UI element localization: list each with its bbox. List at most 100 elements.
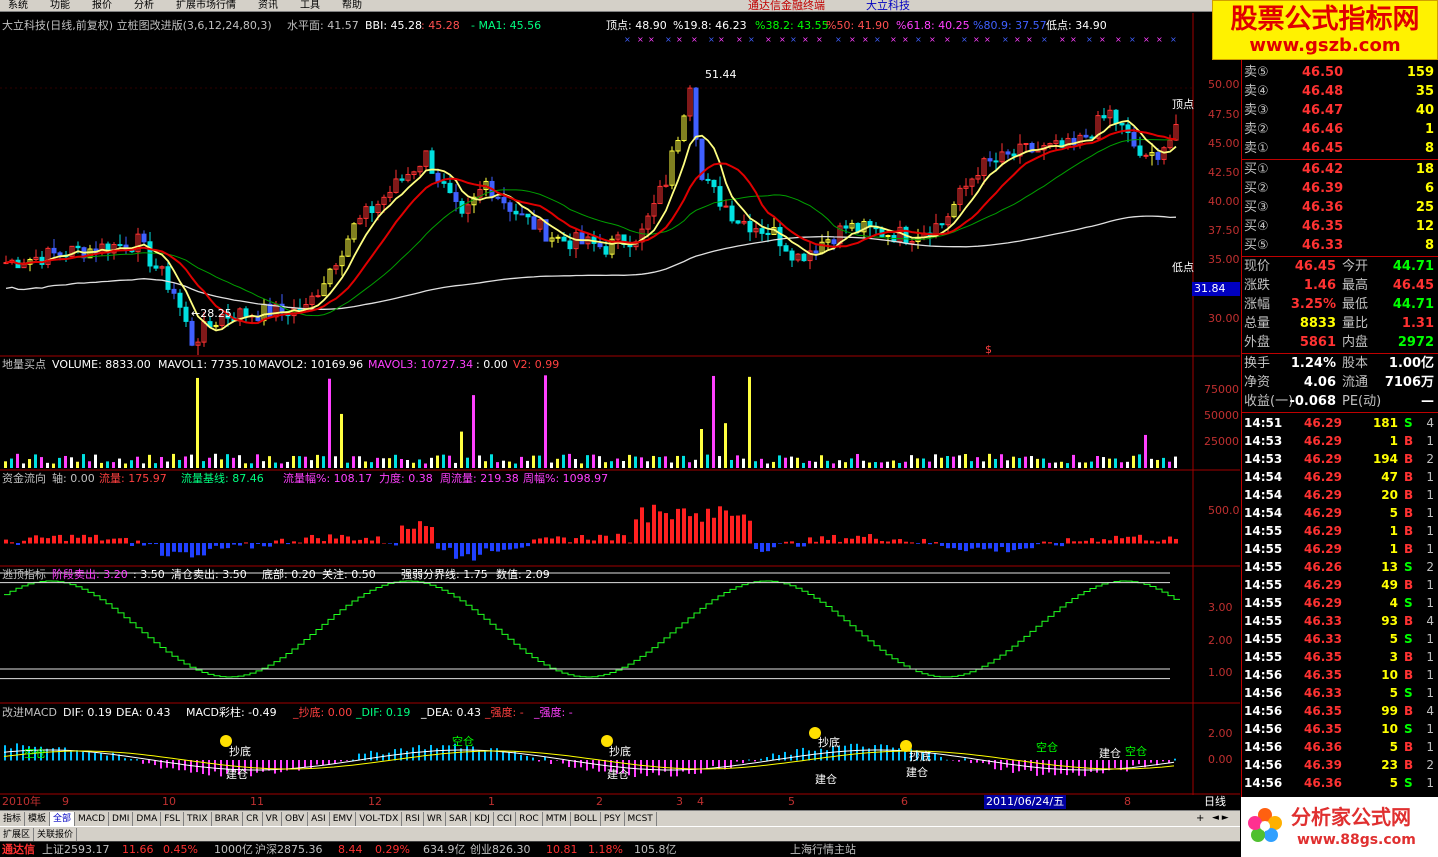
ask-row[interactable]: 卖① 46.45 8 (1242, 140, 1438, 158)
add-tab-button[interactable]: + (1196, 811, 1204, 826)
tab-obv[interactable]: OBV (282, 812, 309, 827)
menu-analysis[interactable]: 分析 (112, 0, 154, 12)
volume-bar (850, 458, 853, 468)
volume-bar (604, 462, 607, 468)
top-signal-mark: × (961, 35, 968, 44)
ask-row[interactable]: 卖③ 46.47 40 (1242, 102, 1438, 120)
fund-flow-bar (994, 543, 998, 552)
chart-area[interactable]: × × × × × × × × × × × × × × × × × × × × × × × × × × × × × × × × × × × × × × × ×… (0, 13, 1240, 795)
tab-all[interactable]: 全部 (50, 812, 76, 827)
candle-body (171, 288, 177, 294)
status-cy[interactable]: 创业826.30 (470, 843, 531, 857)
tab-kdj[interactable]: KDJ (471, 812, 494, 827)
tab-mtm[interactable]: MTM (543, 812, 571, 827)
status-server[interactable]: 上海行情主站 (790, 843, 856, 857)
menu-extended-market[interactable]: 扩展市场行情 (154, 0, 236, 12)
volume-bar (886, 461, 889, 468)
fund-flow-bar (88, 537, 92, 544)
tab-macd[interactable]: MACD (75, 812, 110, 827)
main-ma1: - MA1: 45.56 (471, 19, 542, 32)
tick-row: 14:55 46.35 3 B 1 (1242, 648, 1438, 666)
macd-bar (958, 760, 960, 762)
tab-roc[interactable]: ROC (516, 812, 543, 827)
macd-bar (1174, 758, 1176, 761)
candle-body (75, 245, 81, 249)
stat-row: 涨幅 3.25% 最低 44.71 (1242, 296, 1438, 314)
tab-scroll-arrows[interactable]: ◄ ► (1212, 811, 1229, 826)
stat-row: 总量 8833 量比 1.31 (1242, 315, 1438, 333)
candle-body (1011, 153, 1017, 157)
bid-row[interactable]: 买② 46.39 6 (1242, 180, 1438, 198)
volume-bar (1162, 457, 1165, 468)
menu-tools[interactable]: 工具 (278, 0, 320, 12)
status-sz[interactable]: 沪深2875.36 (255, 843, 323, 857)
ask-row[interactable]: 卖⑤ 46.50 159 (1242, 64, 1438, 82)
tick-volume: 99 (1381, 704, 1398, 718)
tab-mcst[interactable]: MCST (625, 812, 657, 827)
candle-body (987, 158, 993, 162)
bid-row[interactable]: 买⑤ 46.33 8 (1242, 237, 1438, 255)
macd-bar (820, 748, 822, 761)
xlabel: 10 (162, 795, 176, 808)
fund-flow-bar (436, 543, 440, 549)
top-signal-mark: × (637, 35, 644, 44)
fund-flow-bar (1024, 543, 1028, 549)
tab-boll[interactable]: BOLL (571, 812, 601, 827)
tab-trix[interactable]: TRIX (184, 812, 212, 827)
tab-moban[interactable]: 模板 (25, 812, 51, 827)
tab-dmi[interactable]: DMI (109, 812, 134, 827)
menu-function[interactable]: 功能 (28, 0, 70, 12)
period-label[interactable]: 日线 (1204, 795, 1226, 809)
ask-row[interactable]: 卖② 46.46 1 (1242, 121, 1438, 139)
tab-cci[interactable]: CCI (494, 812, 517, 827)
tick-direction: B (1404, 506, 1414, 520)
xlabel: 12 (368, 795, 382, 808)
macd-bar (94, 752, 96, 761)
ask-price: 46.48 (1302, 84, 1344, 99)
tick-time: 14:56 (1244, 776, 1283, 790)
tab-cr[interactable]: CR (243, 812, 263, 827)
menu-quote[interactable]: 报价 (70, 0, 112, 12)
status-sh[interactable]: 上证2593.17 (42, 843, 110, 857)
volume-bar (1090, 461, 1093, 468)
ask-volume: 8 (1424, 141, 1434, 156)
macd-bar (70, 750, 72, 761)
tab-brar[interactable]: BRAR (212, 812, 244, 827)
status-sh-chg: 11.66 (122, 843, 154, 856)
ask-row[interactable]: 卖④ 46.48 35 (1242, 83, 1438, 101)
tab-rsi[interactable]: RSI (402, 812, 424, 827)
macd-bar (742, 760, 744, 764)
bid-row[interactable]: 买④ 46.35 12 (1242, 218, 1438, 236)
tab-psy[interactable]: PSY (601, 812, 625, 827)
macd-bar (1048, 760, 1050, 773)
macd-bar (1132, 760, 1134, 766)
stat-label: 股本 (1342, 356, 1369, 371)
volume-bar (364, 461, 367, 468)
tab-sar[interactable]: SAR (446, 812, 472, 827)
candle-body (705, 178, 711, 181)
ytick-macd-1: 0.00 (1208, 753, 1233, 766)
volume-bar (148, 454, 151, 468)
tab-vol-tdx[interactable]: VOL-TDX (356, 812, 403, 827)
tab-zhibiao[interactable]: 指标 (0, 812, 26, 827)
ask-price: 46.46 (1302, 122, 1344, 137)
menu-system[interactable]: 系统 (0, 0, 28, 12)
menu-help[interactable]: 帮助 (320, 0, 362, 12)
fund-flow-bar (934, 542, 938, 544)
menu-info[interactable]: 资讯 (236, 0, 278, 12)
tab-wr[interactable]: WR (424, 812, 447, 827)
tab-fsl[interactable]: FSL (161, 812, 184, 827)
tab-emv[interactable]: EMV (330, 812, 357, 827)
tab-dma[interactable]: DMA (133, 812, 162, 827)
tick-direction: B (1404, 704, 1414, 718)
tab-vr[interactable]: VR (263, 812, 283, 827)
bid-row[interactable]: 买③ 46.36 25 (1242, 199, 1438, 217)
volume-bar (742, 458, 745, 468)
fund-flow-bar (922, 538, 926, 544)
tick-direction: B (1404, 542, 1414, 556)
volume-bar (916, 458, 919, 468)
tab-asi[interactable]: ASI (308, 812, 330, 827)
fund-flow-bar (370, 540, 374, 544)
fund-flow-bar (1042, 541, 1046, 544)
bid-row[interactable]: 买① 46.42 18 (1242, 161, 1438, 179)
